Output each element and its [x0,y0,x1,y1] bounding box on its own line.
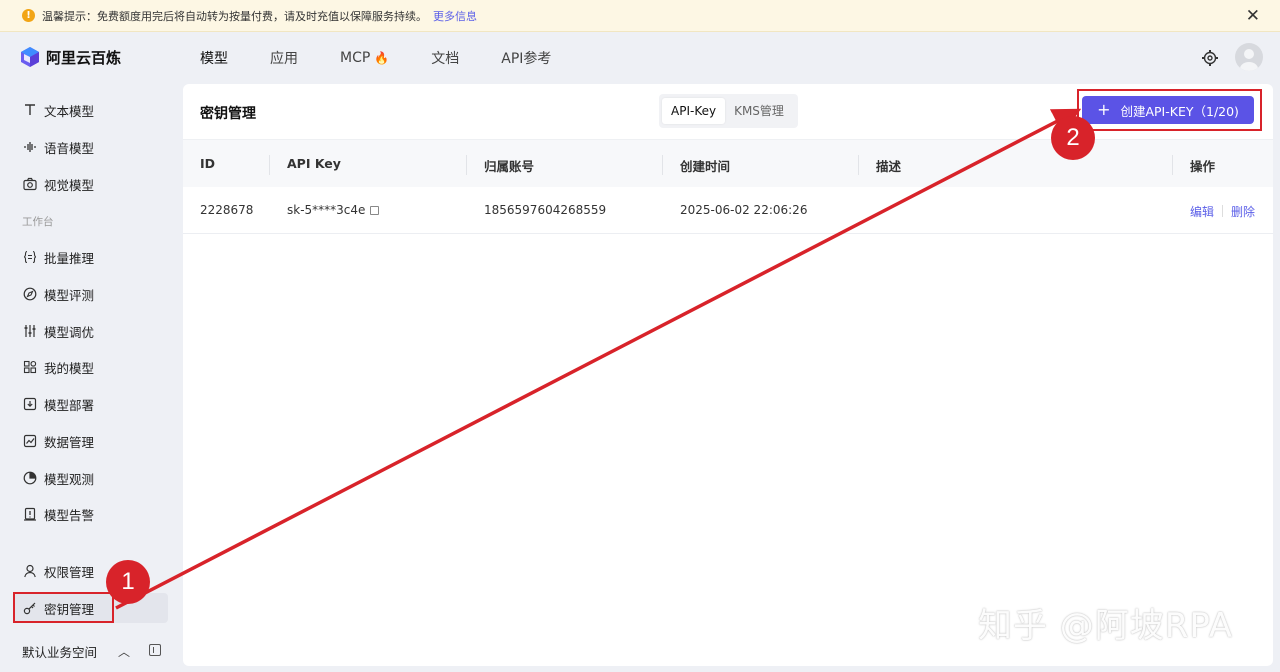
alert-icon [22,506,38,522]
nav-docs[interactable]: 文档 [431,48,459,68]
copy-icon[interactable] [370,206,380,215]
sidebar-item-batch-inference[interactable]: 批量推理 [14,242,168,272]
notice-bar: ! 温馨提示：免费额度用完后将自动转为按量付费，请及时充值以保障服务持续。 更多… [0,0,1280,32]
pie-icon [22,470,38,486]
text-icon [22,102,38,118]
top-nav: 模型 应用 MCP 🔥 文档 API参考 [200,33,593,83]
column-header-description: 描述 [876,159,902,174]
table-row: 2228678 sk-5****3c4e 1856597604268559 20… [183,187,1273,234]
sidebar-item-label: 权限管理 [44,564,95,580]
cell-id: 2228678 [200,203,254,217]
sidebar-item-label: 模型部署 [44,397,95,413]
notice-more-link[interactable]: 更多信息 [433,8,477,24]
column-header-api-key: API Key [287,156,341,171]
sidebar-item-label: 批量推理 [44,250,95,266]
grid-icon [22,359,38,375]
sidebar-item-label: 语音模型 [44,140,95,156]
nav-mcp[interactable]: MCP 🔥 [340,50,389,66]
sidebar-item-label: 文本模型 [44,103,95,119]
main-panel: 密钥管理 API-Key KMS管理 + 创建API-KEY（1/20) ID … [183,84,1273,666]
app-name: 阿里云百炼 [46,48,122,67]
annotation-badge-1: 1 [106,560,150,604]
edit-link[interactable]: 编辑 [1190,205,1214,219]
column-header-id: ID [200,156,216,171]
annotation-box-create-button [1077,89,1262,131]
sidebar-item-text-models[interactable]: 文本模型 [14,95,168,125]
sidebar: 文本模型 语音模型 视觉模型 工作台 批量推理 模型评测 模型调优 我的模型 模… [0,90,178,672]
column-header-created: 创建时间 [680,159,731,174]
chevron-up-icon[interactable]: ︿ [118,643,130,660]
api-key-value: sk-5****3c4e [287,203,366,217]
cell-actions: 编辑 删除 [1190,203,1255,220]
sidebar-item-model-observation[interactable]: 模型观测 [14,463,168,493]
watermark: 知乎 @阿坡RPA [978,606,1234,646]
sidebar-group-label: 工作台 [22,216,54,228]
deploy-icon [22,396,38,412]
app-logo[interactable]: 阿里云百炼 [20,46,121,68]
sidebar-item-speech-models[interactable]: 语音模型 [14,132,168,162]
table-header: ID API Key 归属账号 创建时间 描述 操作 [183,139,1273,187]
sidebar-item-model-alerts[interactable]: 模型告警 [14,499,168,529]
column-divider [662,155,663,175]
nav-apps[interactable]: 应用 [270,48,298,68]
gear-icon[interactable] [1201,49,1219,67]
sidebar-item-vision-models[interactable]: 视觉模型 [14,169,168,199]
column-header-account: 归属账号 [484,159,535,174]
sidebar-item-label: 模型告警 [44,507,95,523]
column-divider [858,155,859,175]
sidebar-item-label: 数据管理 [44,434,95,450]
tab-kms[interactable]: KMS管理 [725,98,793,124]
camera-icon [22,176,38,192]
top-header: 阿里云百炼 模型 应用 MCP 🔥 文档 API参考 [0,33,1280,83]
annotation-badge-2: 2 [1051,116,1095,160]
user-icon [22,563,38,579]
user-avatar-icon [1240,49,1258,71]
sidebar-item-model-tuning[interactable]: 模型调优 [14,316,168,346]
close-icon[interactable]: ✕ [1246,6,1260,26]
cell-created: 2025-06-02 22:06:26 [680,203,808,217]
logo-icon [21,47,39,67]
delete-link[interactable]: 删除 [1231,205,1255,219]
chart-icon [22,433,38,449]
nav-models[interactable]: 模型 [200,48,228,68]
action-divider [1222,205,1224,217]
column-divider [1172,155,1173,175]
flame-icon: 🔥 [374,51,390,65]
page-title: 密钥管理 [200,106,256,122]
sidebar-item-label: 视觉模型 [44,177,95,193]
sidebar-item-label: 模型观测 [44,471,95,487]
braces-icon [22,249,38,265]
sidebar-item-model-evaluation[interactable]: 模型评测 [14,279,168,309]
sidebar-item-label: 我的模型 [44,360,95,376]
compass-icon [22,286,38,302]
column-header-actions: 操作 [1190,159,1216,174]
tab-switcher: API-Key KMS管理 [659,94,798,128]
sidebar-item-label: 模型评测 [44,287,95,303]
waveform-icon [22,139,38,155]
sidebar-item-model-deployment[interactable]: 模型部署 [14,389,168,419]
sidebar-item-data-management[interactable]: 数据管理 [14,426,168,456]
annotation-box-key-management [13,592,114,623]
sliders-icon [22,323,38,339]
nav-mcp-label: MCP [340,50,371,66]
workspace-selector[interactable]: 默认业务空间 [22,642,97,661]
sidebar-item-my-models[interactable]: 我的模型 [14,352,168,382]
cell-account: 1856597604268559 [484,203,607,217]
cell-api-key: sk-5****3c4e [287,203,380,217]
column-divider [466,155,467,175]
notice-text: 温馨提示：免费额度用完后将自动转为按量付费，请及时充值以保障服务持续。 [42,9,427,23]
column-divider [269,155,270,175]
avatar[interactable] [1235,43,1263,71]
warning-icon: ! [22,9,35,22]
tab-api-key[interactable]: API-Key [662,98,726,124]
sidebar-item-label: 模型调优 [44,324,95,340]
collapse-sidebar-icon[interactable] [149,644,161,656]
nav-api-reference[interactable]: API参考 [501,48,551,68]
